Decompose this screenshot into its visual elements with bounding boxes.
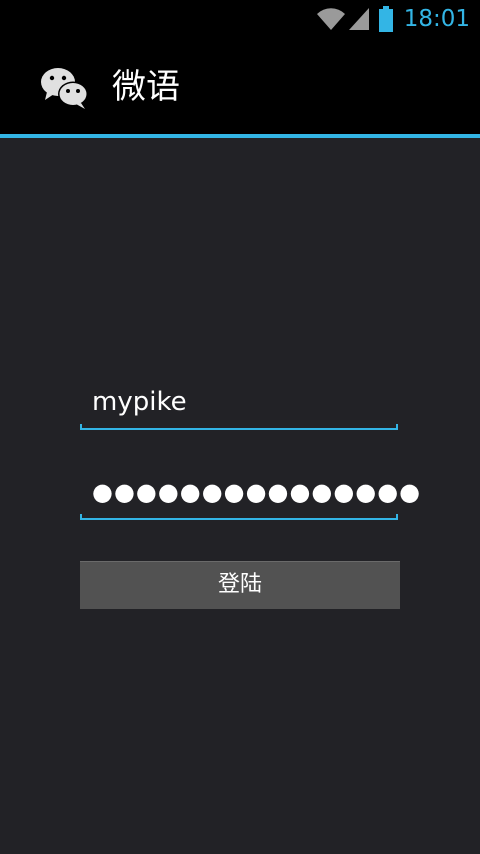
username-underline <box>80 428 398 430</box>
password-tick-left <box>80 514 82 520</box>
login-button[interactable]: 登陆 <box>80 561 400 609</box>
app-title: 微语 <box>112 67 180 107</box>
username-tick-right <box>396 424 398 430</box>
signal-icon <box>348 7 370 31</box>
battery-icon <box>378 6 394 32</box>
status-bar: 18:01 <box>0 0 480 38</box>
password-underline <box>80 518 398 520</box>
password-value: ●●●●●●●●●●●●●●● <box>92 478 422 506</box>
username-field[interactable]: mypike <box>80 378 398 430</box>
wifi-icon <box>316 7 346 31</box>
username-value: mypike <box>92 387 187 417</box>
wechat-icon[interactable] <box>40 66 90 110</box>
status-clock: 18:01 <box>403 6 470 32</box>
username-tick-left <box>80 424 82 430</box>
password-tick-right <box>396 514 398 520</box>
action-bar-divider <box>0 134 480 138</box>
password-field[interactable]: ●●●●●●●●●●●●●●● <box>80 468 420 520</box>
status-icons: 18:01 <box>316 4 470 34</box>
